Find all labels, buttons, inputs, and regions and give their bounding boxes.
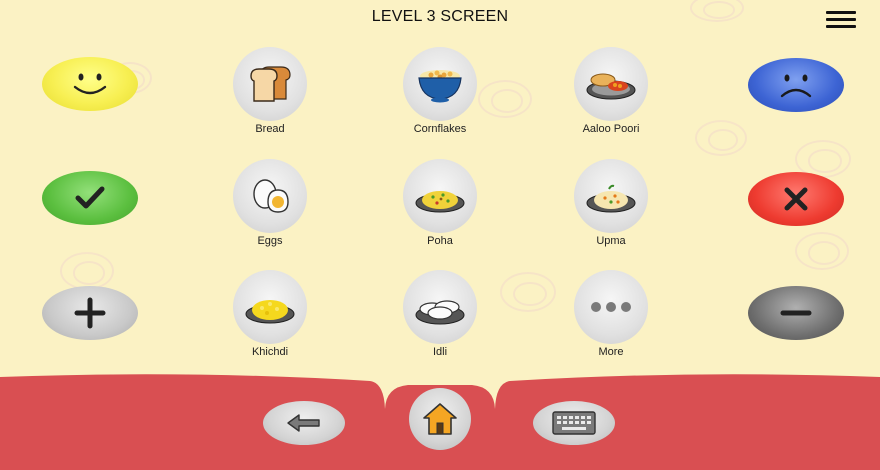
khichdi-icon (245, 300, 295, 324)
sad-face-icon (780, 74, 812, 98)
plus-icon (74, 297, 106, 329)
happy-button[interactable] (42, 57, 138, 111)
back-arrow-icon (287, 414, 320, 432)
keyboard-icon (552, 411, 596, 435)
egg-icon (253, 179, 289, 213)
item-label: Bread (255, 123, 285, 135)
ellipsis-icon (591, 302, 631, 312)
cornflakes-bowl-icon (418, 70, 462, 103)
background-swirl (795, 232, 849, 270)
less-button[interactable] (748, 286, 844, 340)
no-button[interactable] (748, 172, 844, 226)
minus-icon (780, 310, 812, 316)
cross-icon (784, 187, 808, 211)
more-button[interactable] (42, 286, 138, 340)
page-title: LEVEL 3 SCREEN (371, 8, 509, 25)
smiley-icon (73, 73, 107, 95)
item-label: Cornflakes (413, 123, 467, 135)
item-label: More (598, 346, 624, 358)
poha-icon (415, 191, 465, 213)
bread-icon (250, 66, 291, 102)
item-cornflakes[interactable]: Cornflakes (385, 47, 495, 135)
item-bread[interactable]: Bread (215, 47, 325, 135)
keyboard-button[interactable] (533, 401, 615, 445)
item-label: Idli (432, 346, 448, 358)
background-swirl (500, 272, 556, 312)
item-label: Eggs (257, 235, 283, 247)
item-aaloo-poori[interactable]: Aaloo Poori (556, 47, 666, 135)
hamburger-menu-icon[interactable] (826, 11, 856, 28)
upma-icon (586, 184, 636, 213)
checkmark-icon (75, 186, 105, 209)
item-label: Aaloo Poori (582, 123, 640, 135)
item-label: Upma (596, 235, 626, 247)
background-swirl (695, 120, 747, 156)
back-button[interactable] (263, 401, 345, 445)
item-idli[interactable]: Idli (385, 270, 495, 358)
background-swirl (60, 252, 114, 290)
item-label: Khichdi (251, 346, 289, 358)
item-poha[interactable]: Poha (385, 159, 495, 247)
item-upma[interactable]: Upma (556, 159, 666, 247)
home-icon (423, 403, 457, 435)
yes-button[interactable] (42, 171, 138, 225)
sad-button[interactable] (748, 58, 844, 112)
home-button[interactable] (409, 388, 471, 450)
item-label: Poha (427, 235, 453, 247)
idli-icon (415, 300, 465, 325)
aaloo-poori-icon (586, 73, 636, 100)
item-khichdi[interactable]: Khichdi (215, 270, 325, 358)
item-eggs[interactable]: Eggs (215, 159, 325, 247)
item-more[interactable]: More (556, 270, 666, 358)
